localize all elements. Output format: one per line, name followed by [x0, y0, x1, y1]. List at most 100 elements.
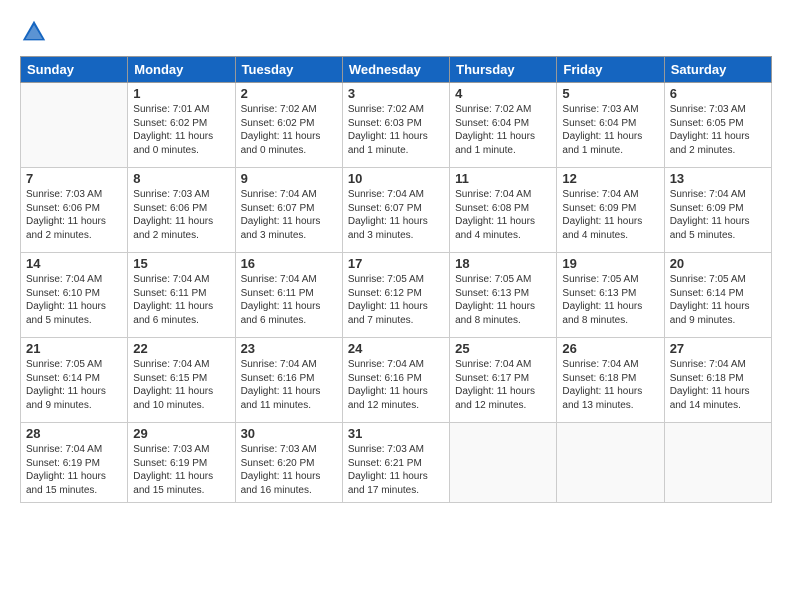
week-row-5: 28 Sunrise: 7:04 AM Sunset: 6:19 PM Dayli…	[21, 423, 772, 503]
day-number: 8	[133, 171, 229, 186]
day-number: 13	[670, 171, 766, 186]
logo-icon	[20, 18, 48, 46]
day-number: 12	[562, 171, 658, 186]
day-info: Sunrise: 7:04 AM Sunset: 6:19 PM Dayligh…	[26, 443, 122, 497]
day-info: Sunrise: 7:04 AM Sunset: 6:10 PM Dayligh…	[26, 273, 122, 327]
day-cell	[21, 83, 128, 168]
day-cell: 25 Sunrise: 7:04 AM Sunset: 6:17 PM Dayli…	[450, 338, 557, 423]
day-cell: 15Sunrise: 7:04 AM Sunset: 6:11 PM Dayli…	[128, 253, 235, 338]
day-cell: 23Sunrise: 7:04 AM Sunset: 6:16 PM Dayli…	[235, 338, 342, 423]
day-number: 11	[455, 171, 551, 186]
day-number: 4	[455, 86, 551, 101]
day-number: 5	[562, 86, 658, 101]
day-cell: 18 Sunrise: 7:05 AM Sunset: 6:13 PM Dayli…	[450, 253, 557, 338]
day-cell: 1Sunrise: 7:01 AM Sunset: 6:02 PM Daylig…	[128, 83, 235, 168]
day-number: 1	[133, 86, 229, 101]
day-cell: 26 Sunrise: 7:04 AM Sunset: 6:18 PM Dayli…	[557, 338, 664, 423]
day-header-thursday: Thursday	[450, 57, 557, 83]
day-info: Sunrise: 7:04 AM Sunset: 6:17 PM Dayligh…	[455, 358, 551, 412]
day-header-sunday: Sunday	[21, 57, 128, 83]
day-header-friday: Friday	[557, 57, 664, 83]
day-header-wednesday: Wednesday	[342, 57, 449, 83]
day-cell	[664, 423, 771, 503]
day-number: 9	[241, 171, 337, 186]
day-number: 27	[670, 341, 766, 356]
day-number: 20	[670, 256, 766, 271]
day-info: Sunrise: 7:04 AM Sunset: 6:07 PM Dayligh…	[348, 188, 444, 242]
day-info: Sunrise: 7:05 AM Sunset: 6:14 PM Dayligh…	[670, 273, 766, 327]
day-number: 10	[348, 171, 444, 186]
day-number: 18	[455, 256, 551, 271]
day-cell: 30 Sunrise: 7:03 AM Sunset: 6:20 PM Dayli…	[235, 423, 342, 503]
day-number: 15	[133, 256, 229, 271]
day-cell: 13Sunrise: 7:04 AM Sunset: 6:09 PM Dayli…	[664, 168, 771, 253]
day-header-row: SundayMondayTuesdayWednesdayThursdayFrid…	[21, 57, 772, 83]
day-info: Sunrise: 7:02 AM Sunset: 6:02 PM Dayligh…	[241, 103, 337, 157]
calendar-table: SundayMondayTuesdayWednesdayThursdayFrid…	[20, 56, 772, 503]
day-cell: 9 Sunrise: 7:04 AM Sunset: 6:07 PM Daylig…	[235, 168, 342, 253]
day-cell: 6 Sunrise: 7:03 AM Sunset: 6:05 PM Daylig…	[664, 83, 771, 168]
day-info: Sunrise: 7:02 AM Sunset: 6:04 PM Dayligh…	[455, 103, 551, 157]
day-info: Sunrise: 7:04 AM Sunset: 6:16 PM Dayligh…	[348, 358, 444, 412]
day-cell: 22Sunrise: 7:04 AM Sunset: 6:15 PM Dayli…	[128, 338, 235, 423]
day-cell: 29 Sunrise: 7:03 AM Sunset: 6:19 PM Dayli…	[128, 423, 235, 503]
day-info: Sunrise: 7:03 AM Sunset: 6:04 PM Dayligh…	[562, 103, 658, 157]
day-number: 7	[26, 171, 122, 186]
week-row-2: 7 Sunrise: 7:03 AM Sunset: 6:06 PM Daylig…	[21, 168, 772, 253]
day-cell: 31Sunrise: 7:03 AM Sunset: 6:21 PM Dayli…	[342, 423, 449, 503]
day-info: Sunrise: 7:04 AM Sunset: 6:15 PM Dayligh…	[133, 358, 229, 412]
day-info: Sunrise: 7:04 AM Sunset: 6:18 PM Dayligh…	[670, 358, 766, 412]
day-cell: 10 Sunrise: 7:04 AM Sunset: 6:07 PM Dayli…	[342, 168, 449, 253]
day-number: 26	[562, 341, 658, 356]
week-row-3: 14 Sunrise: 7:04 AM Sunset: 6:10 PM Dayli…	[21, 253, 772, 338]
day-cell: 2 Sunrise: 7:02 AM Sunset: 6:02 PM Daylig…	[235, 83, 342, 168]
day-number: 2	[241, 86, 337, 101]
day-info: Sunrise: 7:03 AM Sunset: 6:06 PM Dayligh…	[133, 188, 229, 242]
day-info: Sunrise: 7:04 AM Sunset: 6:11 PM Dayligh…	[241, 273, 337, 327]
day-number: 31	[348, 426, 444, 441]
day-header-monday: Monday	[128, 57, 235, 83]
day-number: 25	[455, 341, 551, 356]
page: SundayMondayTuesdayWednesdayThursdayFrid…	[0, 0, 792, 513]
day-header-saturday: Saturday	[664, 57, 771, 83]
day-cell: 3Sunrise: 7:02 AM Sunset: 6:03 PM Daylig…	[342, 83, 449, 168]
week-row-1: 1Sunrise: 7:01 AM Sunset: 6:02 PM Daylig…	[21, 83, 772, 168]
day-info: Sunrise: 7:03 AM Sunset: 6:20 PM Dayligh…	[241, 443, 337, 497]
day-number: 19	[562, 256, 658, 271]
day-cell: 12Sunrise: 7:04 AM Sunset: 6:09 PM Dayli…	[557, 168, 664, 253]
day-info: Sunrise: 7:03 AM Sunset: 6:19 PM Dayligh…	[133, 443, 229, 497]
day-info: Sunrise: 7:05 AM Sunset: 6:12 PM Dayligh…	[348, 273, 444, 327]
day-cell: 28 Sunrise: 7:04 AM Sunset: 6:19 PM Dayli…	[21, 423, 128, 503]
day-cell: 8 Sunrise: 7:03 AM Sunset: 6:06 PM Daylig…	[128, 168, 235, 253]
day-info: Sunrise: 7:04 AM Sunset: 6:08 PM Dayligh…	[455, 188, 551, 242]
day-cell	[557, 423, 664, 503]
day-cell: 21 Sunrise: 7:05 AM Sunset: 6:14 PM Dayli…	[21, 338, 128, 423]
day-cell: 5 Sunrise: 7:03 AM Sunset: 6:04 PM Daylig…	[557, 83, 664, 168]
day-number: 30	[241, 426, 337, 441]
day-cell: 24Sunrise: 7:04 AM Sunset: 6:16 PM Dayli…	[342, 338, 449, 423]
day-cell: 19 Sunrise: 7:05 AM Sunset: 6:13 PM Dayli…	[557, 253, 664, 338]
day-number: 21	[26, 341, 122, 356]
day-cell	[450, 423, 557, 503]
day-info: Sunrise: 7:02 AM Sunset: 6:03 PM Dayligh…	[348, 103, 444, 157]
day-cell: 17Sunrise: 7:05 AM Sunset: 6:12 PM Dayli…	[342, 253, 449, 338]
day-info: Sunrise: 7:04 AM Sunset: 6:07 PM Dayligh…	[241, 188, 337, 242]
header	[20, 18, 772, 46]
day-number: 14	[26, 256, 122, 271]
day-cell: 7Sunrise: 7:03 AM Sunset: 6:06 PM Daylig…	[21, 168, 128, 253]
day-number: 28	[26, 426, 122, 441]
day-cell: 4 Sunrise: 7:02 AM Sunset: 6:04 PM Daylig…	[450, 83, 557, 168]
day-number: 6	[670, 86, 766, 101]
day-cell: 27 Sunrise: 7:04 AM Sunset: 6:18 PM Dayli…	[664, 338, 771, 423]
day-cell: 11 Sunrise: 7:04 AM Sunset: 6:08 PM Dayli…	[450, 168, 557, 253]
day-cell: 14 Sunrise: 7:04 AM Sunset: 6:10 PM Dayli…	[21, 253, 128, 338]
day-number: 29	[133, 426, 229, 441]
day-info: Sunrise: 7:05 AM Sunset: 6:13 PM Dayligh…	[455, 273, 551, 327]
day-number: 23	[241, 341, 337, 356]
day-info: Sunrise: 7:04 AM Sunset: 6:18 PM Dayligh…	[562, 358, 658, 412]
day-info: Sunrise: 7:03 AM Sunset: 6:05 PM Dayligh…	[670, 103, 766, 157]
week-row-4: 21 Sunrise: 7:05 AM Sunset: 6:14 PM Dayli…	[21, 338, 772, 423]
day-cell: 20 Sunrise: 7:05 AM Sunset: 6:14 PM Dayli…	[664, 253, 771, 338]
day-info: Sunrise: 7:05 AM Sunset: 6:13 PM Dayligh…	[562, 273, 658, 327]
day-info: Sunrise: 7:05 AM Sunset: 6:14 PM Dayligh…	[26, 358, 122, 412]
